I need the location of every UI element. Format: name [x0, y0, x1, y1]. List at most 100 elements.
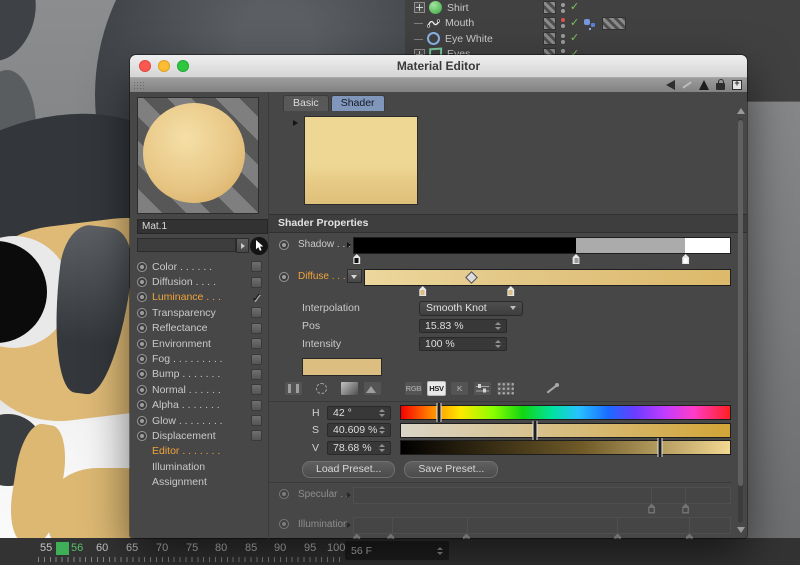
value-stepper[interactable]: [379, 443, 385, 452]
expand-icon[interactable]: [414, 2, 425, 14]
tab-basic[interactable]: Basic: [283, 95, 329, 111]
load-preset-button[interactable]: Load Preset...: [302, 460, 396, 478]
channel-checkbox[interactable]: [251, 322, 262, 334]
gradient-knot[interactable]: [353, 533, 361, 539]
visibility-dots[interactable]: [561, 33, 565, 44]
pointer-icon[interactable]: [699, 80, 709, 90]
intensity-field[interactable]: 100 %: [419, 337, 507, 351]
channel-diffusion[interactable]: Diffusion . . . .: [137, 274, 268, 289]
gradient-knot[interactable]: [682, 503, 690, 514]
page-editor[interactable]: Editor . . . . . . .: [137, 444, 268, 459]
shader-texture-preview[interactable]: [293, 116, 418, 205]
object-row-shirt[interactable]: Shirt ✓: [405, 0, 800, 16]
eyedropper-icon[interactable]: [545, 382, 559, 396]
value-slider[interactable]: [400, 438, 731, 457]
channel-checkbox[interactable]: [251, 261, 262, 273]
saturation-slider[interactable]: [400, 420, 731, 440]
object-name[interactable]: Mouth: [445, 17, 474, 29]
diffuse-gradient-bar[interactable]: [364, 269, 731, 286]
texture-tag-icon[interactable]: [543, 16, 556, 30]
frame-stepper[interactable]: [437, 546, 443, 555]
channel-checkbox[interactable]: [251, 338, 262, 350]
shadow-gradient-bar[interactable]: [353, 237, 731, 254]
slider-marker[interactable]: [436, 403, 442, 422]
pos-field[interactable]: 15.83 %: [419, 319, 507, 333]
scroll-down-icon[interactable]: [737, 527, 745, 533]
channel-environment[interactable]: Environment: [137, 336, 268, 351]
scrollbar-thumb[interactable]: [738, 120, 743, 486]
gradient-knot[interactable]: [387, 533, 395, 539]
mixer-icon[interactable]: [473, 381, 492, 396]
kelvin-mode-button[interactable]: K: [450, 381, 469, 396]
enabled-check-icon[interactable]: ✓: [570, 17, 579, 29]
page-assignment[interactable]: Assignment: [137, 474, 268, 489]
rgb-mode-button[interactable]: RGB: [404, 381, 423, 396]
channel-checkbox[interactable]: [251, 384, 262, 396]
channel-checkbox[interactable]: [251, 307, 262, 319]
specular-gradient-bar[interactable]: [353, 486, 731, 504]
scroll-up-icon[interactable]: [737, 108, 745, 114]
gradient-knot[interactable]: [353, 254, 361, 264]
current-frame-field[interactable]: 56 F: [345, 541, 449, 560]
tab-shader[interactable]: Shader: [330, 95, 385, 111]
add-icon[interactable]: [732, 78, 742, 90]
visibility-dots[interactable]: [561, 18, 565, 29]
channel-displacement[interactable]: Displacement: [137, 428, 268, 443]
gradient-knot[interactable]: [682, 254, 690, 264]
hue-field[interactable]: 42 °: [327, 405, 391, 420]
preview-select-arrow-button[interactable]: [235, 237, 249, 253]
spectrum-icon[interactable]: [340, 381, 359, 396]
channel-checkbox[interactable]: [251, 430, 262, 442]
channel-transparency[interactable]: Transparency: [137, 305, 268, 320]
gradient-knot[interactable]: [507, 286, 515, 296]
channel-reflectance[interactable]: Reflectance: [137, 321, 268, 336]
lock-icon[interactable]: [716, 79, 725, 90]
channel-checkbox[interactable]: [251, 368, 262, 380]
value-field[interactable]: 78.68 %: [327, 440, 391, 455]
pos-stepper[interactable]: [495, 322, 501, 330]
gradient-knot-selected[interactable]: [419, 286, 427, 296]
save-preset-button[interactable]: Save Preset...: [404, 460, 499, 478]
preview-expand-icon[interactable]: [293, 120, 298, 126]
forward-arrow-icon[interactable]: [682, 81, 692, 89]
expand-arrow-icon[interactable]: [347, 242, 351, 248]
saturation-field[interactable]: 40.609 %: [327, 423, 391, 437]
illumination-gradient-bar[interactable]: [353, 516, 731, 534]
swatches-icon[interactable]: [496, 381, 515, 396]
interpolation-dropdown[interactable]: Smooth Knot: [419, 300, 523, 316]
preview-select-field[interactable]: [137, 238, 236, 252]
gradient-knot[interactable]: [685, 533, 693, 539]
gradient-knot[interactable]: [648, 503, 656, 514]
collapse-arrow-button[interactable]: [347, 269, 362, 283]
compact-mode-icon[interactable]: [284, 381, 303, 396]
channel-bump[interactable]: Bump . . . . . . .: [137, 367, 268, 382]
image-picker-icon[interactable]: [363, 381, 382, 396]
material-name-field[interactable]: Mat.1: [137, 219, 268, 234]
channel-checkbox[interactable]: [251, 415, 262, 427]
channel-glow[interactable]: Glow . . . . . . . .: [137, 413, 268, 428]
slider-marker[interactable]: [657, 438, 663, 457]
hue-stepper[interactable]: [379, 408, 385, 417]
playhead-marker[interactable]: [56, 542, 69, 555]
enabled-check-icon[interactable]: ✓: [570, 2, 579, 13]
object-name[interactable]: Eye White: [445, 33, 493, 45]
point-tag-icon[interactable]: [583, 17, 598, 30]
hue-slider[interactable]: [400, 403, 731, 422]
window-titlebar[interactable]: Material Editor: [130, 55, 747, 78]
material-preview[interactable]: [137, 97, 259, 214]
back-arrow-icon[interactable]: [666, 80, 675, 90]
enabled-check-icon[interactable]: ✓: [570, 33, 579, 44]
channel-checkbox[interactable]: [251, 353, 262, 365]
object-name[interactable]: Shirt: [447, 2, 469, 14]
channel-checkbox[interactable]: [251, 276, 262, 288]
object-row-mouth[interactable]: Mouth ✓: [405, 16, 800, 32]
panel-scrollbar[interactable]: [736, 108, 745, 533]
gradient-knot[interactable]: [462, 533, 470, 539]
channel-fog[interactable]: Fog . . . . . . . . .: [137, 351, 268, 366]
texture-tag-icon[interactable]: [543, 32, 556, 46]
slider-marker[interactable]: [532, 420, 538, 440]
intensity-stepper[interactable]: [495, 340, 501, 348]
channel-normal[interactable]: Normal . . . . . .: [137, 382, 268, 397]
knot-color-swatch[interactable]: [302, 358, 382, 376]
channel-color[interactable]: Color . . . . . .: [137, 259, 268, 274]
